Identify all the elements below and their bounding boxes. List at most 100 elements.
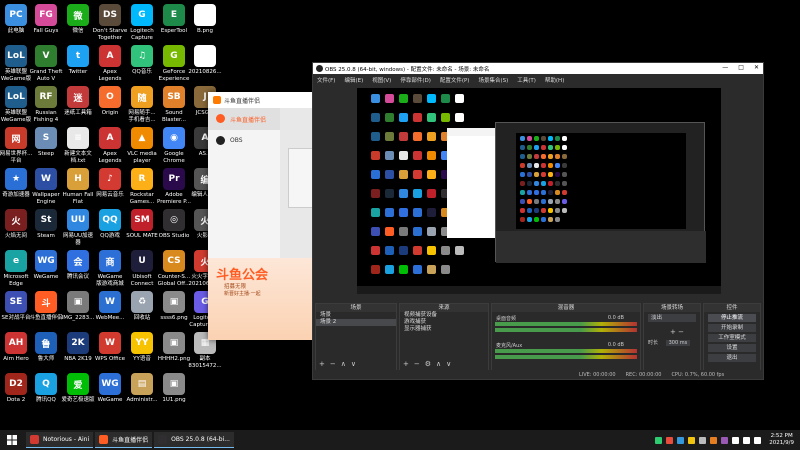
preview-desktop-icon	[413, 265, 422, 274]
start-button[interactable]	[0, 430, 24, 450]
add-scene-button[interactable]: +	[319, 360, 325, 368]
source-item[interactable]: 游戏捕获	[400, 319, 488, 326]
desktop-icon-glyph	[194, 4, 216, 26]
clock[interactable]: 2:52 PM 2021/9/9	[769, 433, 794, 447]
desktop-icon[interactable]: RF Russian Fishing 4	[30, 86, 62, 123]
stop-streaming-button[interactable]: 停止推流	[708, 314, 756, 322]
desktop-icon[interactable]: V Grand Theft Auto V	[30, 45, 62, 82]
desktop-icon-glyph: ♻	[131, 291, 153, 313]
menu-item[interactable]: 场景集合(S)	[478, 76, 508, 84]
volume-slider[interactable]	[495, 328, 637, 332]
menu-item[interactable]: 帮助(H)	[545, 76, 564, 84]
preview-desktop-icon	[371, 170, 380, 179]
preview-desktop-icon	[455, 113, 464, 122]
controls-dock-title: 控件	[704, 304, 760, 312]
desktop-icon-glyph: PC	[5, 4, 27, 26]
live-status: LIVE: 00:00:00	[579, 372, 616, 378]
tray-icon[interactable]	[655, 436, 663, 444]
desktop-icon-glyph: 2K	[67, 332, 89, 354]
sources-dock-title: 来源	[400, 304, 488, 312]
nested-preview-icon	[541, 154, 546, 159]
desktop-icon[interactable]: G Logitech Capture	[126, 4, 158, 41]
desktop-icon[interactable]: A Apex Legends	[94, 45, 126, 82]
desktop-icon[interactable]: Pr Adobe Premiere P...	[157, 168, 191, 205]
taskbar-item-obs[interactable]: OBS 25.0.8 (64-bi...	[154, 432, 234, 448]
tray-icon[interactable]	[721, 436, 729, 444]
tray-icon[interactable]	[677, 436, 685, 444]
maximize-icon[interactable]: □	[738, 64, 744, 71]
desktop-icon[interactable]: G GeForce Experience	[158, 45, 190, 82]
preview-desktop-icon	[427, 170, 436, 179]
taskbar-item-music[interactable]: Notorious - Aini	[26, 432, 94, 448]
tray-icon[interactable]	[710, 436, 718, 444]
nested-preview-icon	[541, 199, 546, 204]
source-item[interactable]: 视频捕获设备	[400, 312, 488, 319]
desktop-icon-label: 1U1.png	[162, 397, 186, 403]
menu-item[interactable]: 配置文件(P)	[440, 76, 470, 84]
desktop-icon-glyph: G	[131, 4, 153, 26]
desktop-icon[interactable]: UU 网易UU加速 器	[62, 209, 94, 246]
tray-icon[interactable]	[732, 436, 740, 444]
desktop-icon-glyph: R	[131, 168, 153, 190]
menu-item[interactable]: 文件(F)	[317, 76, 335, 84]
desktop-icon[interactable]: 网网易世界杯... 平台	[0, 127, 32, 164]
desktop-icon[interactable]: ◉ Google Chrome	[158, 127, 190, 164]
menu-item[interactable]: 视图(V)	[372, 76, 391, 84]
close-icon[interactable]: ✕	[754, 64, 759, 71]
tray-icon[interactable]	[699, 436, 707, 444]
douyu-guild-banner[interactable]: 斗鱼公会 招募无限 新晋好主播·一起	[208, 258, 316, 340]
add-source-button[interactable]: +	[403, 360, 409, 368]
start-recording-button[interactable]: 开始录制	[708, 324, 756, 332]
move-down-button[interactable]: ∨	[351, 360, 356, 368]
remove-source-button[interactable]: −	[414, 360, 420, 368]
remove-scene-button[interactable]: −	[330, 360, 336, 368]
move-up-button[interactable]: ∧	[341, 360, 346, 368]
desktop-icon-glyph: e	[5, 250, 27, 272]
desktop-icon[interactable]: e Microsoft Edge	[0, 250, 32, 287]
obs-titlebar[interactable]: OBS 25.0.8 (64-bit, windows) - 配置文件: 未命名…	[313, 63, 763, 74]
netease-music-icon	[30, 435, 39, 444]
douyu-nav-douyu[interactable]: 斗鱼直播伴侣	[208, 108, 280, 130]
transition-duration[interactable]: 时长 300 ms	[644, 336, 700, 346]
move-down-button[interactable]: ∨	[446, 360, 451, 368]
nested-preview-icon	[541, 190, 546, 195]
transition-select[interactable]: 淡出	[648, 314, 696, 322]
tray-icon[interactable]	[754, 436, 762, 444]
desktop-icon[interactable]: 20210826...	[188, 45, 222, 76]
source-label: 显示器捕获	[404, 326, 432, 332]
desktop-icon[interactable]: B.png	[189, 4, 221, 35]
desktop-icon-glyph: FG	[35, 4, 57, 26]
move-up-button[interactable]: ∧	[436, 360, 441, 368]
douyu-nav-obs[interactable]: OBS	[208, 130, 280, 152]
scene-item[interactable]: 场景 2	[316, 319, 396, 326]
settings-button[interactable]: 设置	[708, 344, 756, 352]
minimize-icon[interactable]: —	[722, 64, 728, 71]
menu-item[interactable]: 编辑(E)	[344, 76, 363, 84]
studio-mode-button[interactable]: 工作室模式	[708, 334, 756, 342]
desktop-icon-glyph: 随	[131, 86, 153, 108]
douyu-dialog-header: 斗鱼直播伴侣	[208, 92, 316, 108]
scenes-tools: + − ∧ ∨	[319, 360, 356, 368]
nested-preview-icon	[548, 136, 553, 141]
taskbar-item-douyu[interactable]: 斗鱼直播伴侣	[95, 432, 153, 448]
source-settings-icon[interactable]: ⚙	[425, 360, 431, 368]
preview-desktop-icon	[385, 151, 394, 160]
tray-icon[interactable]	[688, 436, 696, 444]
scene-item[interactable]: 场景	[316, 312, 396, 319]
transition-add-remove[interactable]: + −	[644, 324, 700, 336]
desktop-icon[interactable]: H Human Fall Flat	[62, 168, 94, 205]
tray-icon[interactable]	[743, 436, 751, 444]
menu-item[interactable]: 停靠部件(D)	[400, 76, 431, 84]
desktop-icon-glyph: G	[163, 45, 185, 67]
volume-slider[interactable]	[495, 355, 637, 359]
menu-item[interactable]: 工具(T)	[517, 76, 536, 84]
tray-icon[interactable]	[666, 436, 674, 444]
desktop-icon[interactable]: ▣ 1U1.png	[158, 373, 190, 404]
source-item[interactable]: 显示器捕获	[400, 326, 488, 333]
desktop-icon[interactable]: SB Sound Blaster...	[158, 86, 190, 123]
obs-preview-canvas[interactable]	[357, 88, 721, 294]
nested-preview-icon	[527, 154, 532, 159]
source-label: 视频捕获设备	[404, 312, 438, 318]
exit-button[interactable]: 退出	[708, 354, 756, 362]
banner-title: 斗鱼公会	[216, 268, 269, 283]
